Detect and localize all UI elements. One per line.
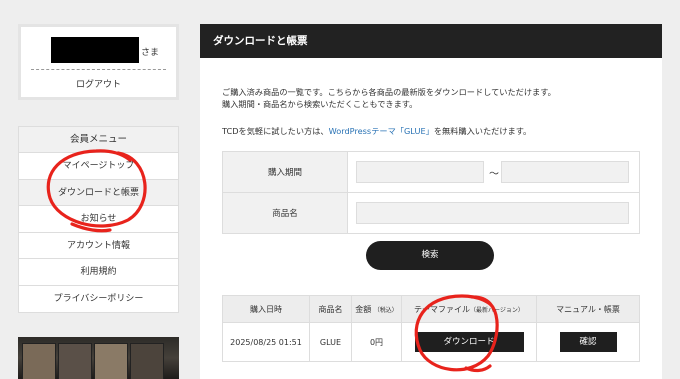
banner-tile [58, 343, 92, 379]
search-form: 購入期間 〜 商品名 [222, 151, 640, 234]
confirm-cell: 確認 [536, 322, 640, 362]
product-label: 商品名 [222, 192, 348, 234]
table-row: 2025/08/25 01:51 GLUE 0円 ダウンロード 確認 [222, 322, 640, 362]
download-button[interactable]: ダウンロード [414, 332, 524, 352]
period-label: 購入期間 [222, 151, 348, 193]
description: ご購入済み商品の一覧です。こちらから各商品の最新版をダウンロードしていただけます… [222, 86, 556, 110]
main-panel: ダウンロードと帳票 ご購入済み商品の一覧です。こちらから各商品の最新版をダウンロ… [200, 24, 662, 379]
orders-table: 購入日時 商品名 金額 （税込） テーマファイル（最新バージョン） マニュアル・… [222, 295, 640, 362]
logout-link[interactable]: ログアウト [21, 77, 176, 90]
table-header-row: 購入日時 商品名 金額 （税込） テーマファイル（最新バージョン） マニュアル・… [222, 295, 640, 323]
promo-banner[interactable] [18, 337, 179, 379]
banner-tile [130, 343, 164, 379]
sidebar-item-privacy[interactable]: プライバシーポリシー [19, 285, 178, 312]
order-date: 2025/08/25 01:51 [222, 322, 310, 362]
range-tilde: 〜 [489, 169, 499, 180]
description-line: ご購入済み商品の一覧です。こちらから各商品の最新版をダウンロードしていただけます… [222, 87, 556, 97]
period-cell: 〜 [347, 151, 640, 193]
sidebar-item-account[interactable]: アカウント情報 [19, 232, 178, 259]
confirm-button[interactable]: 確認 [559, 332, 617, 352]
page-title: ダウンロードと帳票 [200, 24, 662, 58]
period-to-input[interactable] [501, 161, 629, 183]
member-menu-title: 会員メニュー [19, 127, 178, 153]
col-product: 商品名 [309, 295, 352, 323]
order-product: GLUE [309, 322, 352, 362]
sidebar-item-news[interactable]: お知らせ [19, 206, 178, 233]
note-prefix: TCDを気軽に試したい方は、 [222, 126, 329, 136]
col-amount-sub: （税込） [373, 306, 398, 314]
description-line: 購入期間・商品名から検索いただくこともできます。 [222, 99, 418, 109]
search-button[interactable]: 検索 [366, 241, 494, 270]
col-amount: 金額 （税込） [351, 295, 402, 323]
product-cell [347, 192, 640, 234]
user-box: さま ログアウト [18, 24, 179, 100]
glue-theme-link[interactable]: WordPressテーマ「GLUE」 [329, 126, 434, 136]
banner-tile [22, 343, 56, 379]
sidebar-item-downloads[interactable]: ダウンロードと帳票 [19, 179, 178, 206]
banner-tile [94, 343, 128, 379]
promo-note: TCDを気軽に試したい方は、WordPressテーマ「GLUE」を無料購入いただ… [222, 125, 531, 137]
user-name: さま [21, 37, 176, 65]
col-theme-file-label: テーマファイル [414, 304, 471, 314]
sidebar-item-terms[interactable]: 利用規約 [19, 259, 178, 286]
col-theme-file-sub: （最新バージョン） [470, 306, 524, 314]
redacted-name [51, 37, 139, 63]
note-suffix: を無料購入いただけます。 [433, 126, 532, 136]
sidebar-item-mypage[interactable]: マイページトップ [19, 153, 178, 180]
col-theme-file: テーマファイル（最新バージョン） [401, 295, 537, 323]
col-manual: マニュアル・帳票 [536, 295, 640, 323]
member-menu: 会員メニュー マイページトップ ダウンロードと帳票 お知らせ アカウント情報 利… [18, 126, 179, 313]
divider [31, 69, 166, 70]
product-name-input[interactable] [356, 202, 629, 224]
name-suffix: さま [141, 48, 160, 58]
order-amount: 0円 [351, 322, 402, 362]
download-cell: ダウンロード [401, 322, 537, 362]
col-date: 購入日時 [222, 295, 310, 323]
period-from-input[interactable] [356, 161, 484, 183]
col-amount-label: 金額 [355, 304, 372, 314]
